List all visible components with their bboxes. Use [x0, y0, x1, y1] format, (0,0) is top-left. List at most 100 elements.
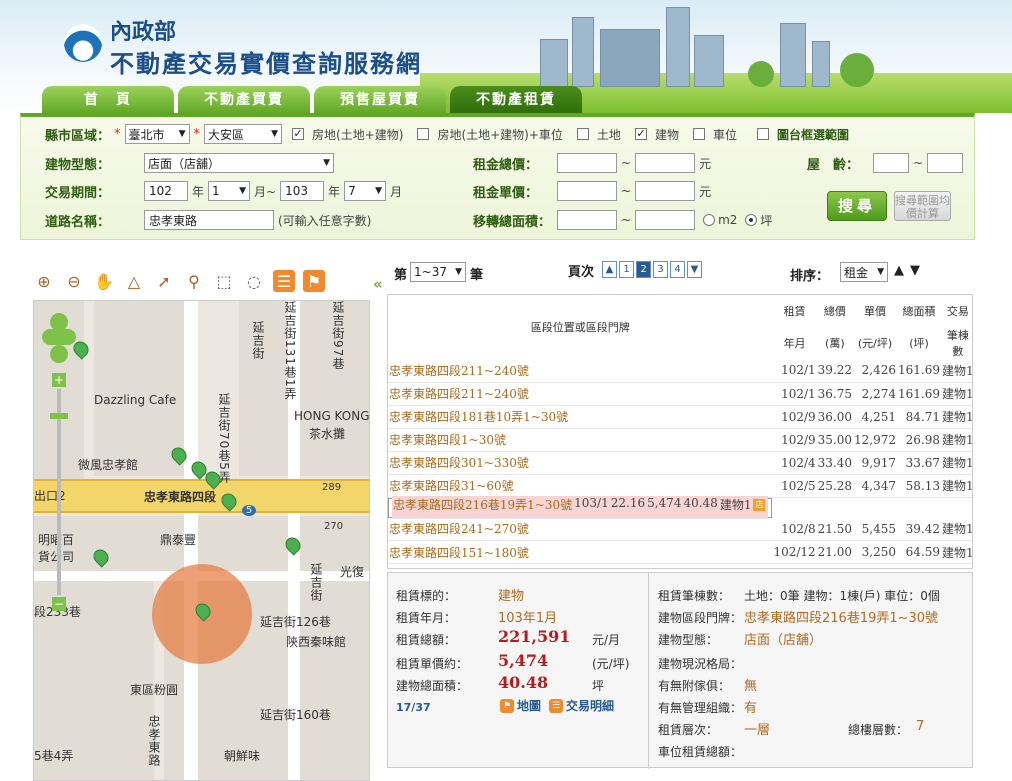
cell-address[interactable]: 忠孝東路四段1~30號 — [388, 428, 773, 452]
zoom-out-icon[interactable]: ⊖ — [63, 270, 85, 292]
rent-price-max-input[interactable] — [635, 181, 696, 201]
cell-address[interactable]: 忠孝東路四段241~270號 — [388, 517, 773, 541]
month-from-select[interactable]: 1 ▼ — [208, 181, 251, 201]
radio-m2[interactable] — [703, 214, 716, 226]
page-button-current[interactable]: 2 — [636, 261, 651, 278]
tx-detail-link[interactable]: 交易明細 — [566, 697, 614, 714]
tab-real-estate-sales[interactable]: 不動產買賣 — [178, 86, 310, 113]
tab-real-estate-rental[interactable]: 不動產租賃 — [450, 86, 582, 113]
cell-total: 35.00 — [816, 428, 854, 452]
rectangle-select-icon[interactable]: ⬚ — [213, 270, 235, 292]
average-price-button[interactable]: 搜尋範圍均價計算 — [894, 191, 951, 221]
table-row[interactable]: 忠孝東路四段1~30號102/935.0012,97226.98建物1店 — [388, 428, 972, 452]
table-row[interactable]: 忠孝東路四段151~180號102/1221.003,25064.59建物1店 — [388, 540, 972, 564]
table-row[interactable]: 忠孝東路四段181巷10弄1~30號 102/9 36.00 4,251 84.71 建物… — [388, 405, 972, 429]
col-header-total[interactable]: 總價 — [817, 295, 853, 327]
map-road-label: 忠孝東路四段 — [144, 490, 217, 504]
search-button[interactable]: 搜尋 — [827, 191, 887, 221]
tab-home[interactable]: 首 頁 — [42, 86, 174, 113]
year-to-input[interactable]: 103 — [280, 181, 325, 201]
checkbox-land[interactable] — [576, 128, 589, 140]
map-link-icon[interactable]: ⚑ — [500, 698, 514, 713]
map-link[interactable]: 地圖 — [517, 697, 541, 714]
cell-address[interactable]: 忠孝東路四段151~180號 — [388, 540, 773, 564]
cell-address[interactable]: 忠孝東路四段181巷10弄1~30號 — [388, 405, 773, 429]
sort-asc-icon[interactable]: ▲ — [894, 263, 904, 278]
cell-area: 7.68 — [897, 563, 942, 568]
rent-price-min-input[interactable] — [557, 181, 617, 201]
page-button[interactable]: 3 — [653, 261, 668, 278]
prev-page-icon[interactable]: ▲ — [602, 261, 617, 278]
sort-select[interactable]: 租金 ▼ — [840, 262, 888, 282]
table-row[interactable]: 忠孝東路四段211~240號102/139.222,426161.69建物1店0… — [388, 359, 972, 383]
rent-total-min-input[interactable] — [557, 153, 617, 173]
col-header-ym[interactable]: 租賃 — [772, 295, 816, 327]
col-header-area[interactable]: 總面積 — [897, 295, 941, 327]
cell-count: 建物1 — [941, 405, 972, 429]
cell-area: 64.59 — [897, 540, 942, 564]
year-unit: 年 — [192, 184, 205, 199]
age-max-input[interactable] — [927, 153, 964, 173]
page-button[interactable]: 1 — [619, 261, 634, 278]
cell-address[interactable]: 忠孝東路四段211~240號 — [388, 382, 773, 406]
col-header-unit[interactable]: 單價 — [853, 295, 897, 327]
zoom-in-button[interactable]: + — [52, 373, 66, 387]
layers-icon[interactable]: ☰ — [273, 270, 295, 292]
cell-address[interactable]: 忠孝東路四段61~90號 — [388, 563, 773, 568]
zoom-slider-handle[interactable] — [50, 413, 68, 419]
map-label: 延吉街126巷 — [260, 615, 331, 629]
zoom-in-icon[interactable]: ⊕ — [33, 270, 55, 292]
table-row[interactable]: 忠孝東路四段31~60號102/525.284,34758.13建物1店 — [388, 474, 972, 498]
polygon-icon[interactable]: △ — [123, 270, 145, 292]
area-max-input[interactable] — [635, 210, 696, 230]
cell-address[interactable]: 忠孝東路四段211~240號 — [388, 359, 773, 383]
radio-ping[interactable] — [745, 214, 758, 226]
rent-total-max-input[interactable] — [635, 153, 696, 173]
collapse-map-icon[interactable]: « — [373, 275, 389, 293]
checkbox-parking[interactable] — [692, 128, 705, 140]
pan-hand-icon[interactable]: ✋ — [93, 270, 115, 292]
detail-links: ⚑ 地圖 ☰ 交易明細 — [500, 697, 614, 714]
cell-address[interactable]: 忠孝東路四段31~60號 — [388, 474, 773, 498]
select-arrow-icon[interactable]: ➚ — [153, 270, 175, 292]
map-pin-icon[interactable]: ⚑ — [303, 270, 325, 292]
circle-select-icon[interactable]: ◌ — [243, 270, 265, 292]
checkbox-land-building-parking[interactable] — [417, 128, 430, 140]
location-pointer-icon[interactable]: ⚲ — [183, 270, 205, 292]
building-type-select[interactable]: 店面（店舖） ▼ — [144, 153, 334, 173]
cell-ym: 102/12 — [772, 540, 817, 564]
year-from-input[interactable]: 102 — [144, 181, 188, 201]
page-button[interactable]: 4 — [670, 261, 685, 278]
pan-left-right-icon[interactable] — [42, 329, 76, 345]
city-select[interactable]: 臺北市 ▼ — [124, 124, 190, 144]
cell-address[interactable]: 忠孝東路四段301~330號 — [388, 451, 773, 475]
pan-down-icon[interactable] — [50, 345, 68, 363]
required-mark: * — [193, 126, 201, 142]
col-header-address[interactable]: 區段位置或區段門牌 — [388, 295, 772, 359]
cell-address[interactable]: 忠孝東路四段216巷19弄1~30號 — [392, 496, 574, 519]
checkbox-building[interactable]: ✓ — [634, 128, 647, 140]
table-row[interactable]: 忠孝東路四段216巷19弄1~30號 103/1 22.16 5,474 40.48 建物… — [388, 496, 773, 519]
table-row[interactable]: 忠孝東路四段211~240號102/136.752,274161.69建物1店0… — [388, 382, 972, 406]
map-pan-control[interactable] — [42, 313, 76, 363]
road-input[interactable]: 忠孝東路 — [144, 210, 274, 230]
sort-desc-icon[interactable]: ▼ — [910, 263, 920, 278]
zoom-slider-track[interactable] — [57, 389, 61, 595]
district-select[interactable]: 大安區 ▼ — [204, 124, 283, 144]
table-row[interactable]: 忠孝東路四段61~90號102/519.0024,7377.68店 — [388, 563, 972, 568]
month-to-select[interactable]: 7 ▼ — [344, 181, 387, 201]
range-select[interactable]: 1~37 ▼ — [410, 262, 466, 282]
table-row[interactable]: 忠孝東路四段301~330號102/433.409,91733.67建物1店 — [388, 451, 972, 475]
checkbox-map-select[interactable] — [756, 128, 769, 140]
checkbox-land-building[interactable]: ✓ — [292, 128, 305, 140]
age-min-input[interactable] — [873, 153, 909, 173]
next-page-icon[interactable]: ▼ — [687, 261, 702, 278]
col-header-count[interactable]: 交易 — [941, 295, 972, 327]
tx-detail-icon[interactable]: ☰ — [549, 698, 564, 713]
table-row[interactable]: 忠孝東路四段241~270號102/821.505,45539.42建物1店 — [388, 517, 972, 541]
tab-presale-sales[interactable]: 預售屋買賣 — [314, 86, 446, 113]
zoom-out-button[interactable]: − — [52, 597, 66, 611]
col-subheader-unit: (元/坪) — [857, 337, 893, 350]
map-view[interactable]: Dazzling Cafe HONG KONG 茶水攤 微風忠孝館 忠孝東路四段… — [33, 300, 370, 781]
area-min-input[interactable] — [557, 210, 617, 230]
